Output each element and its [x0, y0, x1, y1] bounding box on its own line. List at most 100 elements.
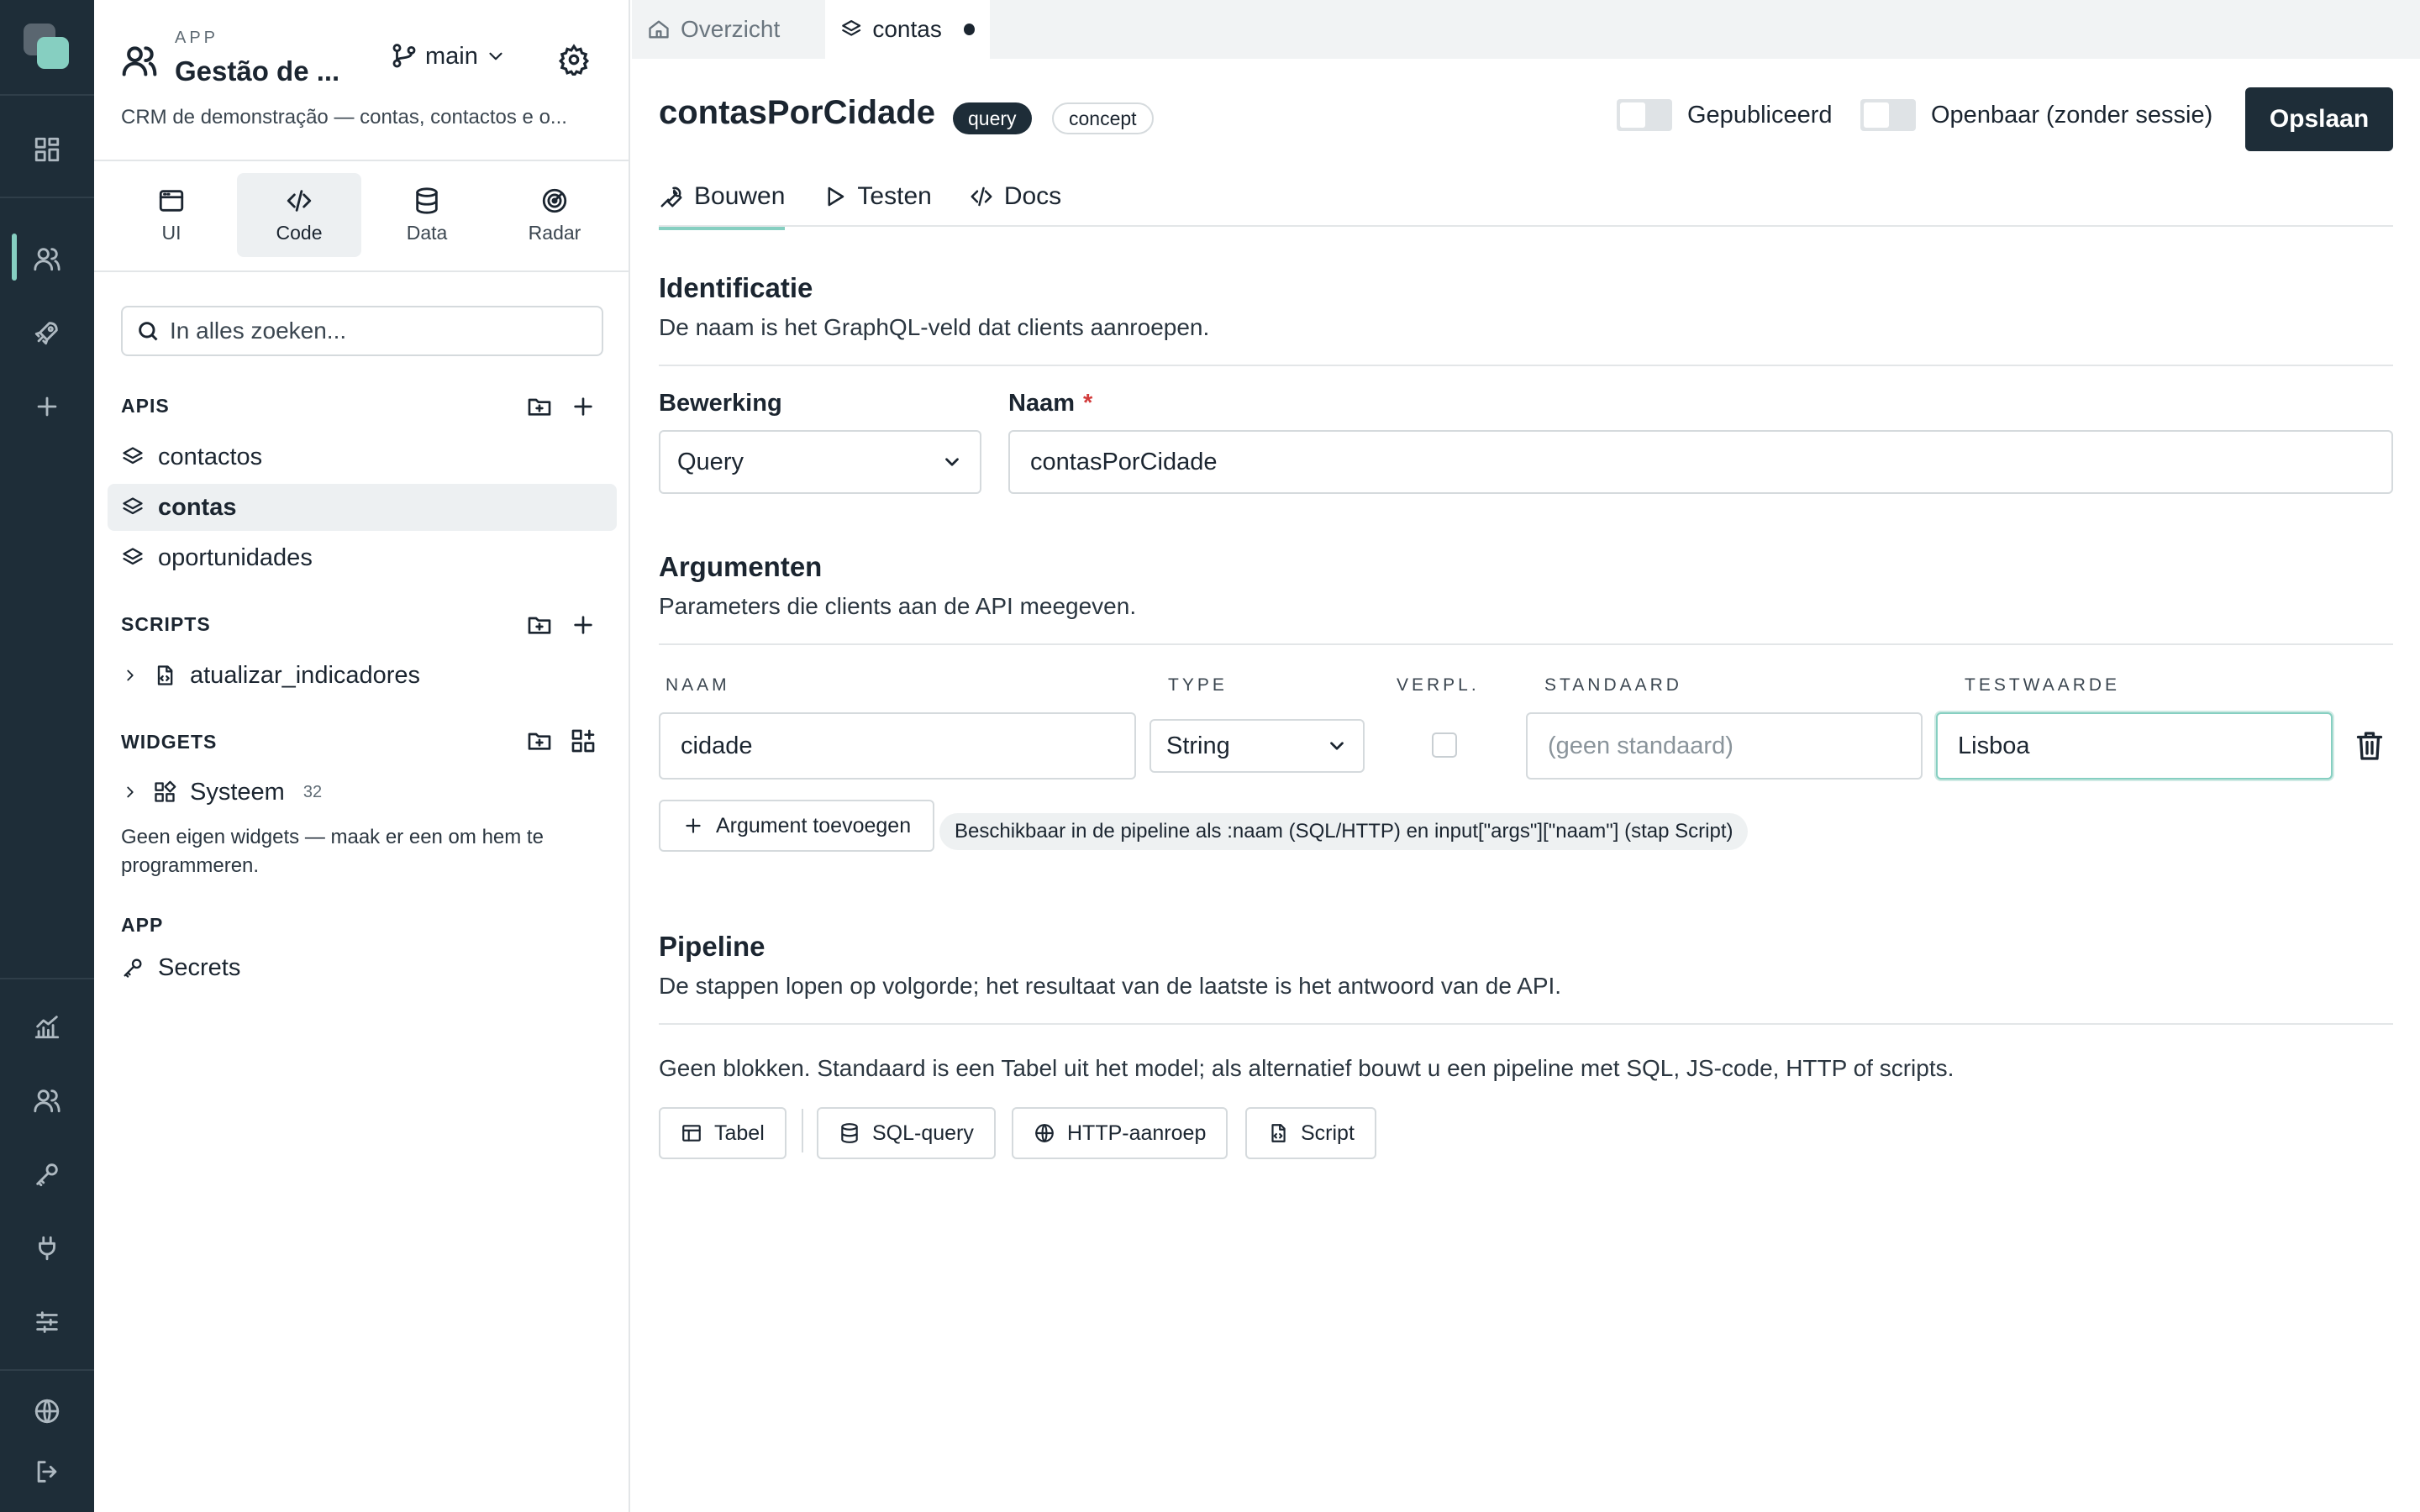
- block-label: SQL-query: [872, 1121, 974, 1145]
- layers-icon: [123, 497, 143, 515]
- branch-selector[interactable]: main: [390, 42, 507, 71]
- tab-contas[interactable]: contas: [825, 0, 990, 59]
- plus-icon[interactable]: [27, 386, 67, 427]
- chevron-right-icon: [127, 786, 134, 798]
- analytics-icon[interactable]: [27, 1006, 67, 1047]
- api-item-contactos[interactable]: contactos: [108, 433, 617, 480]
- app-item-secrets[interactable]: Secrets: [108, 944, 617, 991]
- dashboard-icon[interactable]: [27, 129, 67, 170]
- status-badge: concept: [1052, 102, 1154, 134]
- api-item-oportunidades[interactable]: oportunidades: [108, 534, 617, 581]
- globe-icon[interactable]: [27, 1391, 67, 1431]
- api-item-label: contactos: [158, 443, 263, 470]
- public-switch[interactable]: [1860, 99, 1916, 131]
- block-label: HTTP-aanroep: [1067, 1121, 1207, 1145]
- logout-icon[interactable]: [27, 1452, 67, 1492]
- name-label: Naam *: [1008, 390, 1092, 417]
- app-description: CRM de demonstração — contas, contactos …: [121, 106, 567, 129]
- section-widgets-actions: [524, 726, 598, 756]
- wrench-icon: [660, 186, 682, 207]
- argument-type-value: String: [1166, 732, 1230, 759]
- add-sql-block-button[interactable]: SQL-query: [817, 1107, 996, 1159]
- rail-divider: [0, 1369, 94, 1371]
- script-item-atualizar-indicadores[interactable]: atualizar_indicadores: [108, 652, 617, 699]
- add-argument-button[interactable]: Argument toevoegen: [659, 800, 935, 852]
- section-scripts-heading: SCRIPTS: [121, 613, 211, 635]
- rocket-icon[interactable]: [27, 312, 67, 353]
- trash-icon[interactable]: [2354, 729, 2385, 763]
- column-header-type: TYPE: [1168, 675, 1228, 695]
- widget-item-systeem[interactable]: Systeem 32: [108, 769, 617, 816]
- divider: [659, 643, 2393, 645]
- section-pipeline-description: De stappen lopen op volgorde; het result…: [659, 973, 1562, 999]
- gear-icon[interactable]: [558, 44, 590, 78]
- mode-code[interactable]: Code: [237, 173, 361, 257]
- tab-overzicht[interactable]: Overzicht: [632, 0, 825, 59]
- rail-active-indicator: [12, 234, 17, 281]
- section-arguments-heading: Argumenten: [659, 551, 823, 582]
- search-input[interactable]: [170, 318, 590, 344]
- add-icon[interactable]: [568, 610, 598, 640]
- add-script-block-button[interactable]: Script: [1245, 1107, 1376, 1159]
- tab-bouwen[interactable]: Bouwen: [659, 165, 786, 230]
- subtabs: Bouwen Testen Docs: [659, 165, 1061, 230]
- section-widgets-heading: WIDGETS: [121, 731, 218, 753]
- tab-testen[interactable]: Testen: [822, 165, 932, 228]
- block-label: Tabel: [714, 1121, 765, 1145]
- add-http-block-button[interactable]: HTTP-aanroep: [1012, 1107, 1228, 1159]
- unsaved-dot-icon[interactable]: [963, 24, 975, 35]
- toggle-published[interactable]: Gepubliceerd: [1617, 99, 1833, 131]
- block-label: Script: [1301, 1121, 1355, 1145]
- save-button[interactable]: Opslaan: [2245, 87, 2393, 151]
- mode-radar[interactable]: Radar: [492, 173, 617, 257]
- argument-default-field[interactable]: [1526, 712, 1923, 780]
- sliders-icon[interactable]: [27, 1302, 67, 1342]
- new-folder-icon[interactable]: [524, 391, 555, 422]
- chevron-down-icon: [945, 458, 959, 466]
- database-icon: [841, 1123, 858, 1143]
- add-widget-icon[interactable]: [568, 726, 598, 756]
- published-switch[interactable]: [1617, 99, 1672, 131]
- section-arguments-description: Parameters die clients aan de API meegev…: [659, 593, 1137, 619]
- users-icon[interactable]: [27, 239, 67, 279]
- key-icon[interactable]: [27, 1154, 67, 1194]
- mode-ui[interactable]: UI: [109, 173, 234, 257]
- divider: [802, 1109, 803, 1152]
- argument-required-checkbox[interactable]: [1432, 732, 1457, 758]
- argument-test-value-field[interactable]: [1936, 712, 2333, 780]
- home-icon: [649, 20, 669, 39]
- mode-switcher: UI Code Data Radar: [109, 173, 617, 257]
- tab-label: Docs: [1003, 182, 1062, 210]
- name-field[interactable]: [1008, 430, 2393, 494]
- name-label-text: Naam: [1008, 390, 1075, 417]
- plug-icon[interactable]: [27, 1228, 67, 1268]
- mode-label: UI: [161, 221, 182, 244]
- argument-name-field[interactable]: [659, 712, 1136, 780]
- widget-item-label: Systeem: [190, 778, 285, 806]
- logo-icon[interactable]: [24, 24, 71, 71]
- tab-docs[interactable]: Docs: [969, 165, 1061, 228]
- section-pipeline-heading: Pipeline: [659, 931, 765, 962]
- script-icon: [1271, 1124, 1286, 1142]
- layers-icon: [123, 548, 143, 565]
- api-item-label: oportunidades: [158, 543, 313, 571]
- operation-select[interactable]: Query: [659, 430, 981, 494]
- section-apis-heading: APIS: [121, 395, 170, 417]
- column-header-name: NAAM: [666, 675, 730, 695]
- team-icon[interactable]: [27, 1080, 67, 1121]
- toggle-public-label: Openbaar (zonder sessie): [1931, 101, 2213, 129]
- tab-label: Bouwen: [694, 182, 786, 210]
- api-item-contas[interactable]: contas: [108, 484, 617, 531]
- add-table-block-button[interactable]: Tabel: [659, 1107, 786, 1159]
- toggle-public[interactable]: Openbaar (zonder sessie): [1860, 99, 2212, 131]
- operation-label: Bewerking: [659, 390, 782, 417]
- mode-label: Code: [276, 221, 323, 244]
- mode-data[interactable]: Data: [365, 173, 489, 257]
- add-argument-label: Argument toevoegen: [716, 813, 912, 837]
- new-folder-icon[interactable]: [524, 726, 555, 756]
- argument-type-select[interactable]: String: [1150, 719, 1365, 773]
- pipeline-hint: Beschikbaar in de pipeline als :naam (SQ…: [939, 813, 1749, 850]
- new-folder-icon[interactable]: [524, 610, 555, 640]
- app-users-icon: [121, 42, 158, 79]
- add-icon[interactable]: [568, 391, 598, 422]
